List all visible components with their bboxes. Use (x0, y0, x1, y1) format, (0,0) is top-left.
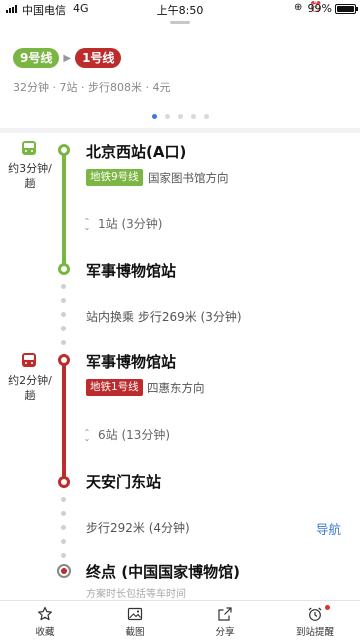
share-button[interactable]: 分享 (180, 601, 270, 640)
collect-button[interactable]: 收藏 (0, 601, 90, 640)
route-meta: 32分钟 · 7站 · 步行808米 · 4元 (13, 81, 171, 94)
share-label: 分享 (215, 627, 235, 638)
page-dot[interactable] (177, 114, 183, 119)
stops-expander[interactable]: ⌃ ⌄ 6站 (13分钟) (82, 426, 170, 443)
expand-icon: ⌃ ⌄ (83, 216, 91, 232)
bottom-toolbar: 收藏 截图 分享 到站提醒 (0, 600, 360, 640)
subway-icon (22, 141, 36, 155)
walk-dot (61, 298, 66, 303)
line-1-track (62, 359, 66, 485)
station-node (58, 354, 70, 366)
station-node (58, 476, 70, 488)
walk-dot (61, 553, 66, 558)
star-icon (38, 606, 52, 621)
walk-dot (61, 340, 66, 345)
walk-dot (61, 525, 66, 530)
status-bar: 中国电信 4G 上午8:50 ⊕ ⏰ 99% (0, 0, 360, 18)
walk-dot (61, 539, 66, 544)
direction-label: 四惠东方向 (147, 381, 205, 395)
headway-label: 约3分钟/趟 (8, 162, 52, 190)
final-walk: 步行292米 (4分钟) (86, 521, 190, 535)
station-node (58, 263, 70, 275)
alight-station[interactable]: 军事博物馆站 (86, 260, 176, 281)
transfer-walk: 站内换乘 步行269米 (3分钟) (86, 310, 242, 324)
board-station[interactable]: 军事博物馆站 (86, 351, 176, 372)
drag-handle[interactable] (170, 21, 190, 24)
board-station[interactable]: 北京西站(A口) (86, 141, 186, 162)
alarm-clock-icon (308, 607, 322, 621)
destination-title[interactable]: 终点 (中国国家博物馆) (86, 561, 240, 582)
walk-dot (61, 497, 66, 502)
direction-label: 国家图书馆方向 (148, 171, 229, 185)
collect-label: 收藏 (35, 627, 55, 638)
page-dot-active[interactable] (151, 114, 157, 119)
chevron-right-icon: ▶ (63, 52, 72, 64)
duration-note: 方案时长包括等车时间 (86, 589, 186, 600)
route-line-tags: 9号线 ▶ 1号线 (13, 48, 122, 68)
walk-dot (61, 312, 66, 317)
line-badge: 地铁9号线 (86, 169, 143, 186)
line-9-tag: 9号线 (13, 48, 60, 68)
alight-station[interactable]: 天安门东站 (86, 471, 161, 492)
walk-dot (61, 511, 66, 516)
screenshot-button[interactable]: 截图 (90, 601, 180, 640)
arrival-alarm-button[interactable]: 到站提醒 (270, 601, 360, 640)
battery-fill (337, 6, 354, 12)
alarm-label: 到站提醒 (295, 627, 334, 638)
battery-icon (335, 4, 358, 14)
stops-count: 6站 (13分钟) (98, 428, 171, 442)
stops-expander[interactable]: ⌃ ⌄ 1站 (3分钟) (82, 215, 163, 232)
station-node (58, 144, 70, 156)
destination-icon (57, 564, 71, 578)
expand-icon: ⌃ ⌄ (83, 427, 91, 443)
battery-percent: 99% (307, 2, 332, 15)
share-icon (218, 607, 232, 621)
route-detail-panel: 约3分钟/趟 北京西站(A口) 地铁9号线 国家图书馆方向 ⌃ ⌄ 1站 (3分钟)… (0, 133, 360, 600)
stops-count: 1站 (3分钟) (98, 217, 163, 231)
page-dot[interactable] (203, 114, 209, 119)
page-dot[interactable] (164, 114, 170, 119)
subway-icon (22, 353, 36, 367)
line-1-tag: 1号线 (75, 48, 122, 68)
line-badge: 地铁1号线 (86, 379, 143, 396)
navigate-link[interactable]: 导航 (316, 519, 341, 538)
page-indicator[interactable] (0, 114, 360, 119)
headway-label: 约2分钟/趟 (8, 374, 52, 402)
page-dot[interactable] (190, 114, 196, 119)
line-9-track (62, 148, 66, 269)
notification-dot (325, 605, 330, 610)
screenshot-label: 截图 (125, 627, 145, 638)
walk-dot (61, 326, 66, 331)
route-summary-card[interactable]: 9号线 ▶ 1号线 32分钟 · 7站 · 步行808米 · 4元 (0, 18, 360, 128)
image-icon (127, 607, 143, 621)
walk-dot (61, 284, 66, 289)
